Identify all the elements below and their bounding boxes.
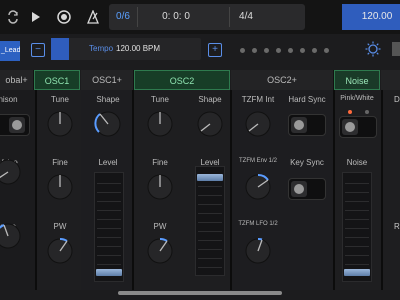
record-icon[interactable] <box>51 4 77 30</box>
tempo-key-label: Tempo <box>89 44 114 53</box>
position-readout: 0: 0: 0 <box>162 11 190 22</box>
home-indicator[interactable] <box>118 291 282 295</box>
page-dot[interactable] <box>300 48 305 53</box>
tzfm-lfo-label: TZFM LFO 1/2 <box>238 221 278 227</box>
tab-osc1-plus[interactable]: OSC1+ <box>81 70 134 90</box>
osc1-pw-label: PW <box>53 222 67 231</box>
transport-bar: 0/6 0: 0: 0 4/4 120.00 <box>0 0 400 34</box>
module-tabs: obal+ OSC1 OSC1+ OSC2 OSC2+ Noise <box>0 70 400 90</box>
tab-osc2-plus[interactable]: OSC2+ <box>231 70 334 90</box>
pink-indicator-icon <box>348 110 352 114</box>
tempo-slider-fill <box>51 38 69 60</box>
tab-osc2[interactable]: OSC2 <box>134 70 230 90</box>
pink-white-toggle[interactable] <box>339 116 377 138</box>
osc1-shape-label: Shape <box>96 95 120 104</box>
noise-level-handle[interactable] <box>344 269 370 277</box>
osc2-fine-knob[interactable] <box>142 167 178 203</box>
stereo-knob[interactable] <box>0 216 26 252</box>
noise-level-fader[interactable] <box>342 172 372 282</box>
metronome-icon[interactable] <box>80 4 106 30</box>
page-dot[interactable] <box>264 48 269 53</box>
tempo-display[interactable]: 120.00 <box>342 4 400 30</box>
osc1-fine-knob[interactable] <box>42 167 78 203</box>
unison-toggle[interactable] <box>0 114 30 136</box>
tzfm-env-knob[interactable] <box>240 167 276 203</box>
tempo-increase-button[interactable]: + <box>208 43 222 57</box>
tab-noise[interactable]: Noise <box>334 70 380 90</box>
settings-sun-icon[interactable] <box>365 41 381 62</box>
page-dot[interactable] <box>288 48 293 53</box>
parameter-panel: nison Voice ereo Tune Fine PW Shape Leve… <box>0 90 400 290</box>
osc2-shape-knob[interactable] <box>192 104 228 140</box>
hard-sync-toggle[interactable] <box>288 114 326 136</box>
play-icon[interactable] <box>22 4 48 30</box>
osc2-level-fader[interactable] <box>195 166 225 276</box>
tab-osc1[interactable]: OSC1 <box>34 70 80 90</box>
tempo-decrease-button[interactable]: − <box>31 43 45 57</box>
bar-counter: 0/6 <box>116 11 130 22</box>
osc1-level-fader[interactable] <box>94 172 124 282</box>
preset-label: _Lead <box>1 47 20 54</box>
tempo-row: _Lead − Tempo 120.00 BPM + <box>0 36 400 64</box>
page-dot[interactable] <box>252 48 257 53</box>
edge-label-bottom: Re <box>394 222 400 231</box>
tab-next[interactable] <box>381 70 400 90</box>
page-dot[interactable] <box>324 48 329 53</box>
pink-white-label: Pink/White <box>340 95 374 102</box>
menu-edge[interactable] <box>392 42 400 56</box>
page-dot[interactable] <box>240 48 245 53</box>
osc2-pw-label: PW <box>153 222 167 231</box>
osc2-pw-knob[interactable] <box>142 231 178 267</box>
key-sync-toggle[interactable] <box>288 178 326 200</box>
osc1-tune-knob[interactable] <box>42 104 78 140</box>
noise-label: Noise <box>346 158 368 167</box>
voice-knob[interactable] <box>0 152 26 188</box>
transport-display: 0/6 0: 0: 0 4/4 120.00 <box>109 4 400 30</box>
osc1-level-label: Level <box>98 158 118 167</box>
white-indicator-icon <box>365 110 369 114</box>
edge-label-top: D <box>394 95 400 104</box>
osc1-shape-knob[interactable] <box>90 104 126 140</box>
osc2-level-handle[interactable] <box>197 173 223 181</box>
osc1-level-handle[interactable] <box>96 269 122 277</box>
tzfm-int-knob[interactable] <box>240 104 276 140</box>
tempo-value-label: 120.00 BPM <box>116 44 161 53</box>
time-signature[interactable]: 4/4 <box>233 4 259 30</box>
osc1-pw-knob[interactable] <box>42 231 78 267</box>
page-dot[interactable] <box>312 48 317 53</box>
preset-selector[interactable]: _Lead <box>0 41 20 61</box>
tempo-slider[interactable]: Tempo 120.00 BPM <box>51 38 201 60</box>
osc2-tune-knob[interactable] <box>142 104 178 140</box>
tzfm-lfo-knob[interactable] <box>240 231 276 267</box>
tab-global-plus[interactable]: obal+ <box>0 70 34 90</box>
page-dot[interactable] <box>276 48 281 53</box>
